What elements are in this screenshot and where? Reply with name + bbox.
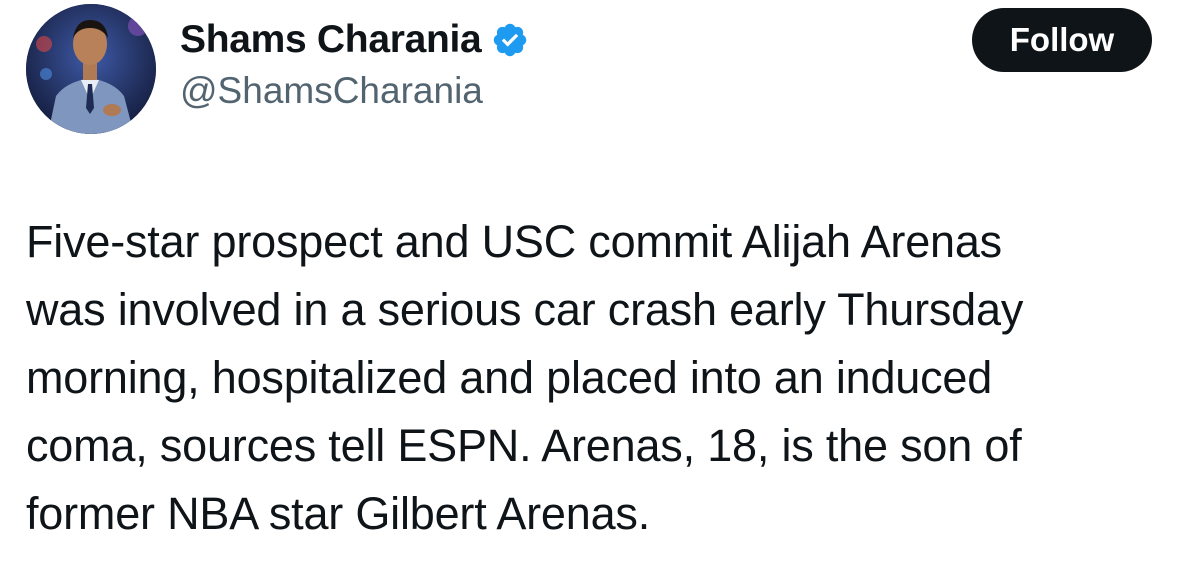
tweet-card: Shams Charania @ShamsCharania Follow Fiv… xyxy=(0,0,1200,561)
follow-button[interactable]: Follow xyxy=(972,8,1152,72)
tweet-text-line: morning, hospitalized and placed into an… xyxy=(26,352,993,403)
tweet-text: Five-star prospect and USC commit Alijah… xyxy=(26,208,1176,548)
author-block: Shams Charania @ShamsCharania xyxy=(180,14,529,112)
display-name[interactable]: Shams Charania xyxy=(180,18,482,62)
name-row: Shams Charania xyxy=(180,14,529,66)
tweet-text-line: coma, sources tell ESPN. Arenas, 18, is … xyxy=(26,420,1022,471)
tweet-text-line: former NBA star Gilbert Arenas. xyxy=(26,488,651,539)
avatar[interactable] xyxy=(26,4,156,134)
handle[interactable]: @ShamsCharania xyxy=(180,70,529,112)
verified-badge-icon xyxy=(491,21,529,59)
avatar-image xyxy=(26,4,156,134)
tweet-text-line: was involved in a serious car crash earl… xyxy=(26,284,1024,335)
tweet-text-line: Five-star prospect and USC commit Alijah… xyxy=(26,216,1002,267)
